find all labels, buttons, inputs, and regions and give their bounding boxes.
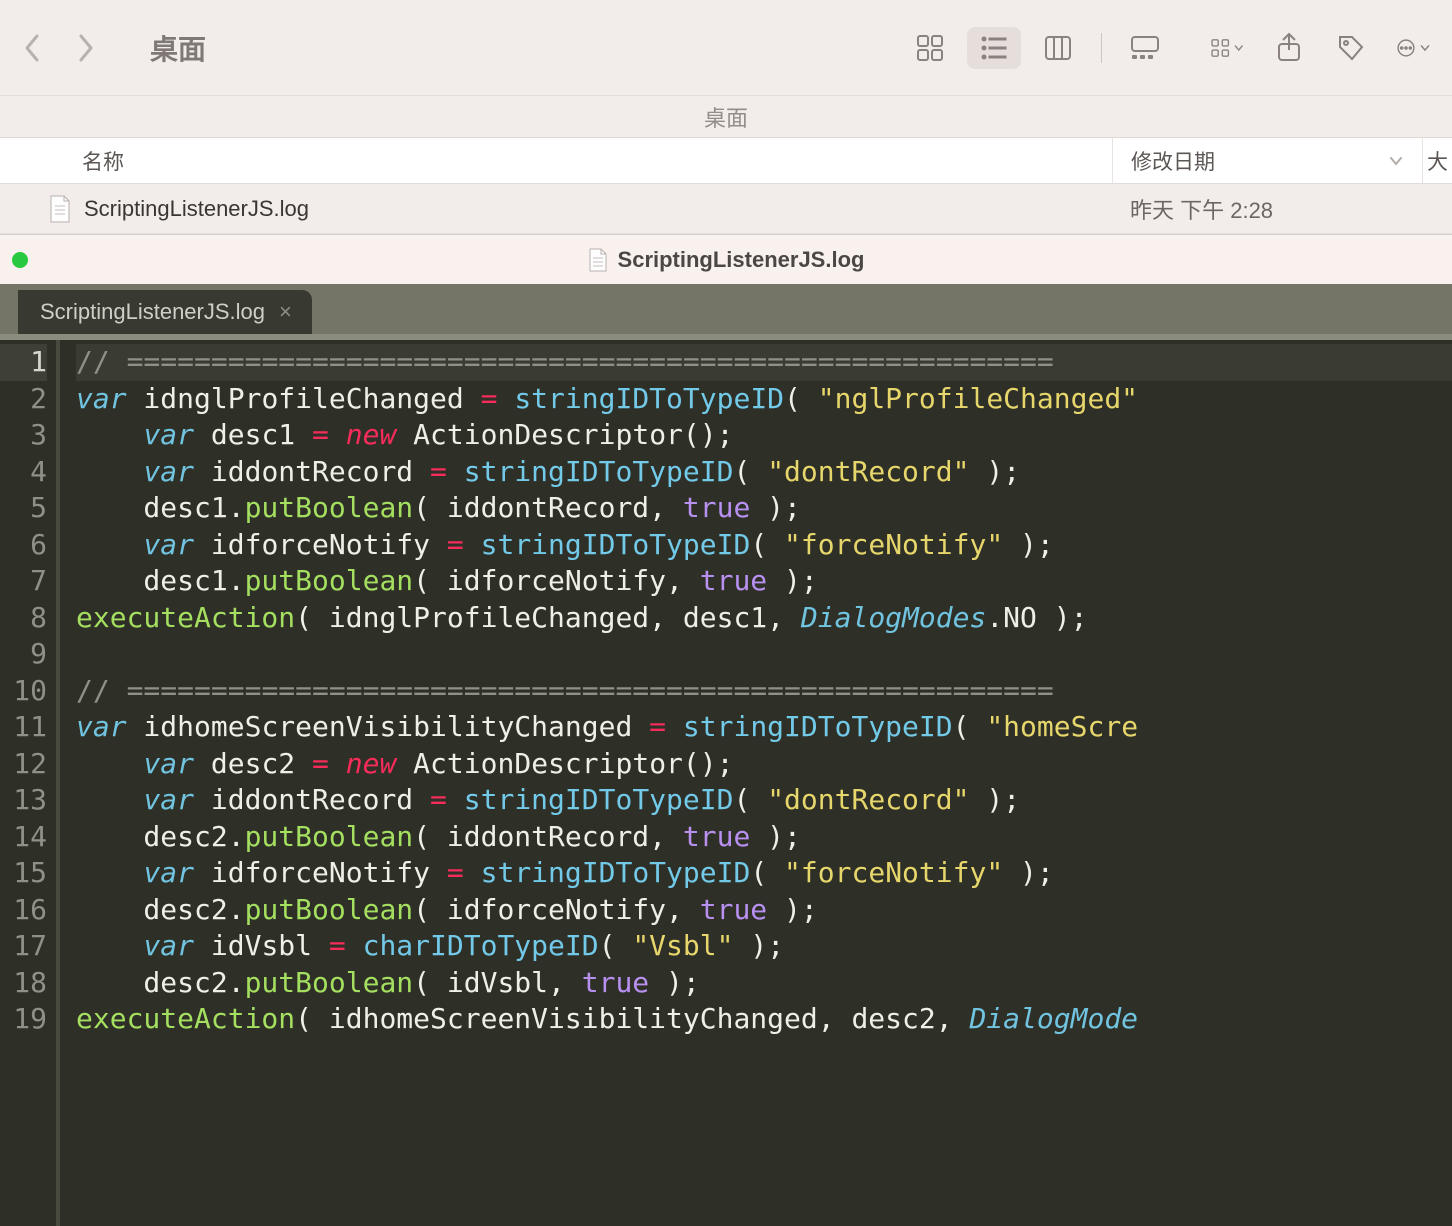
editor-title: ScriptingListenerJS.log xyxy=(618,247,865,273)
line-number: 19 xyxy=(0,1001,47,1038)
nav-back-icon[interactable] xyxy=(22,32,42,64)
code-line[interactable]: desc1.putBoolean( idforceNotify, true ); xyxy=(76,563,1452,600)
view-list-button[interactable] xyxy=(967,27,1021,69)
code-line[interactable]: // =====================================… xyxy=(76,673,1452,710)
window-controls xyxy=(12,252,28,268)
line-number: 11 xyxy=(0,709,47,746)
view-gallery-icon[interactable] xyxy=(1128,31,1162,65)
window-zoom-icon[interactable] xyxy=(12,252,28,268)
line-number: 17 xyxy=(0,928,47,965)
sort-chevron-icon xyxy=(1388,153,1404,169)
code-content[interactable]: // =====================================… xyxy=(58,340,1452,1226)
line-number: 18 xyxy=(0,965,47,1002)
line-number: 12 xyxy=(0,746,47,783)
code-line[interactable]: desc2.putBoolean( idforceNotify, true ); xyxy=(76,892,1452,929)
code-line[interactable]: executeAction( idnglProfileChanged, desc… xyxy=(76,600,1452,637)
finder-column-header: 名称 修改日期 大 xyxy=(0,138,1452,184)
line-number: 5 xyxy=(0,490,47,527)
group-by-icon[interactable] xyxy=(1210,31,1244,65)
view-icons-icon[interactable] xyxy=(913,31,947,65)
line-number: 15 xyxy=(0,855,47,892)
code-line[interactable]: desc2.putBoolean( idVsbl, true ); xyxy=(76,965,1452,1002)
line-number: 9 xyxy=(0,636,47,673)
finder-toolbar: 桌面 xyxy=(0,0,1452,96)
tags-icon[interactable] xyxy=(1334,31,1368,65)
code-line[interactable]: var idforceNotify = stringIDToTypeID( "f… xyxy=(76,527,1452,564)
file-icon xyxy=(48,195,72,223)
view-columns-icon[interactable] xyxy=(1041,31,1075,65)
code-line[interactable]: var idnglProfileChanged = stringIDToType… xyxy=(76,381,1452,418)
editor-tab[interactable]: ScriptingListenerJS.log × xyxy=(18,290,312,334)
line-number: 7 xyxy=(0,563,47,600)
editor-tabstrip: ScriptingListenerJS.log × xyxy=(0,284,1452,334)
line-number: 3 xyxy=(0,417,47,454)
column-size-header[interactable]: 大 xyxy=(1422,138,1452,183)
code-line[interactable]: var idVsbl = charIDToTypeID( "Vsbl" ); xyxy=(76,928,1452,965)
finder-pathbar: 桌面 xyxy=(0,96,1452,138)
file-row[interactable]: ScriptingListenerJS.log 昨天 下午 2:28 xyxy=(0,184,1452,234)
file-name: ScriptingListenerJS.log xyxy=(84,196,1112,222)
file-modified: 昨天 下午 2:28 xyxy=(1112,193,1422,225)
close-icon[interactable]: × xyxy=(279,299,292,325)
line-number: 2 xyxy=(0,381,47,418)
line-number: 6 xyxy=(0,527,47,564)
code-line[interactable]: desc1.putBoolean( iddontRecord, true ); xyxy=(76,490,1452,527)
line-number: 16 xyxy=(0,892,47,929)
share-icon[interactable] xyxy=(1272,31,1306,65)
column-name-header[interactable]: 名称 xyxy=(0,146,1112,176)
more-icon[interactable] xyxy=(1396,31,1430,65)
finder-location-title: 桌面 xyxy=(150,28,206,68)
editor-titlebar: ScriptingListenerJS.log xyxy=(0,234,1452,284)
view-list-icon xyxy=(977,31,1011,65)
code-line[interactable]: var desc2 = new ActionDescriptor(); xyxy=(76,746,1452,783)
code-line[interactable]: var idhomeScreenVisibilityChanged = stri… xyxy=(76,709,1452,746)
code-line[interactable]: // =====================================… xyxy=(76,344,1452,381)
line-number: 10 xyxy=(0,673,47,710)
column-modified-header[interactable]: 修改日期 xyxy=(1112,138,1422,183)
code-line[interactable]: executeAction( idhomeScreenVisibilityCha… xyxy=(76,1001,1452,1038)
line-number: 4 xyxy=(0,454,47,491)
line-number: 1 xyxy=(0,344,47,381)
line-number-gutter: 12345678910111213141516171819 xyxy=(0,340,58,1226)
code-line[interactable]: var idforceNotify = stringIDToTypeID( "f… xyxy=(76,855,1452,892)
tab-label: ScriptingListenerJS.log xyxy=(40,299,265,325)
code-line[interactable]: desc2.putBoolean( iddontRecord, true ); xyxy=(76,819,1452,856)
nav-forward-icon[interactable] xyxy=(76,32,96,64)
line-number: 14 xyxy=(0,819,47,856)
line-number: 13 xyxy=(0,782,47,819)
code-line[interactable]: var desc1 = new ActionDescriptor(); xyxy=(76,417,1452,454)
pathbar-label: 桌面 xyxy=(704,101,748,133)
code-editor[interactable]: 12345678910111213141516171819 // =======… xyxy=(0,340,1452,1226)
document-icon xyxy=(588,248,608,272)
line-number: 8 xyxy=(0,600,47,637)
code-line[interactable]: var iddontRecord = stringIDToTypeID( "do… xyxy=(76,454,1452,491)
toolbar-divider xyxy=(1101,33,1102,63)
code-line[interactable]: var iddontRecord = stringIDToTypeID( "do… xyxy=(76,782,1452,819)
code-line[interactable] xyxy=(76,636,1452,673)
